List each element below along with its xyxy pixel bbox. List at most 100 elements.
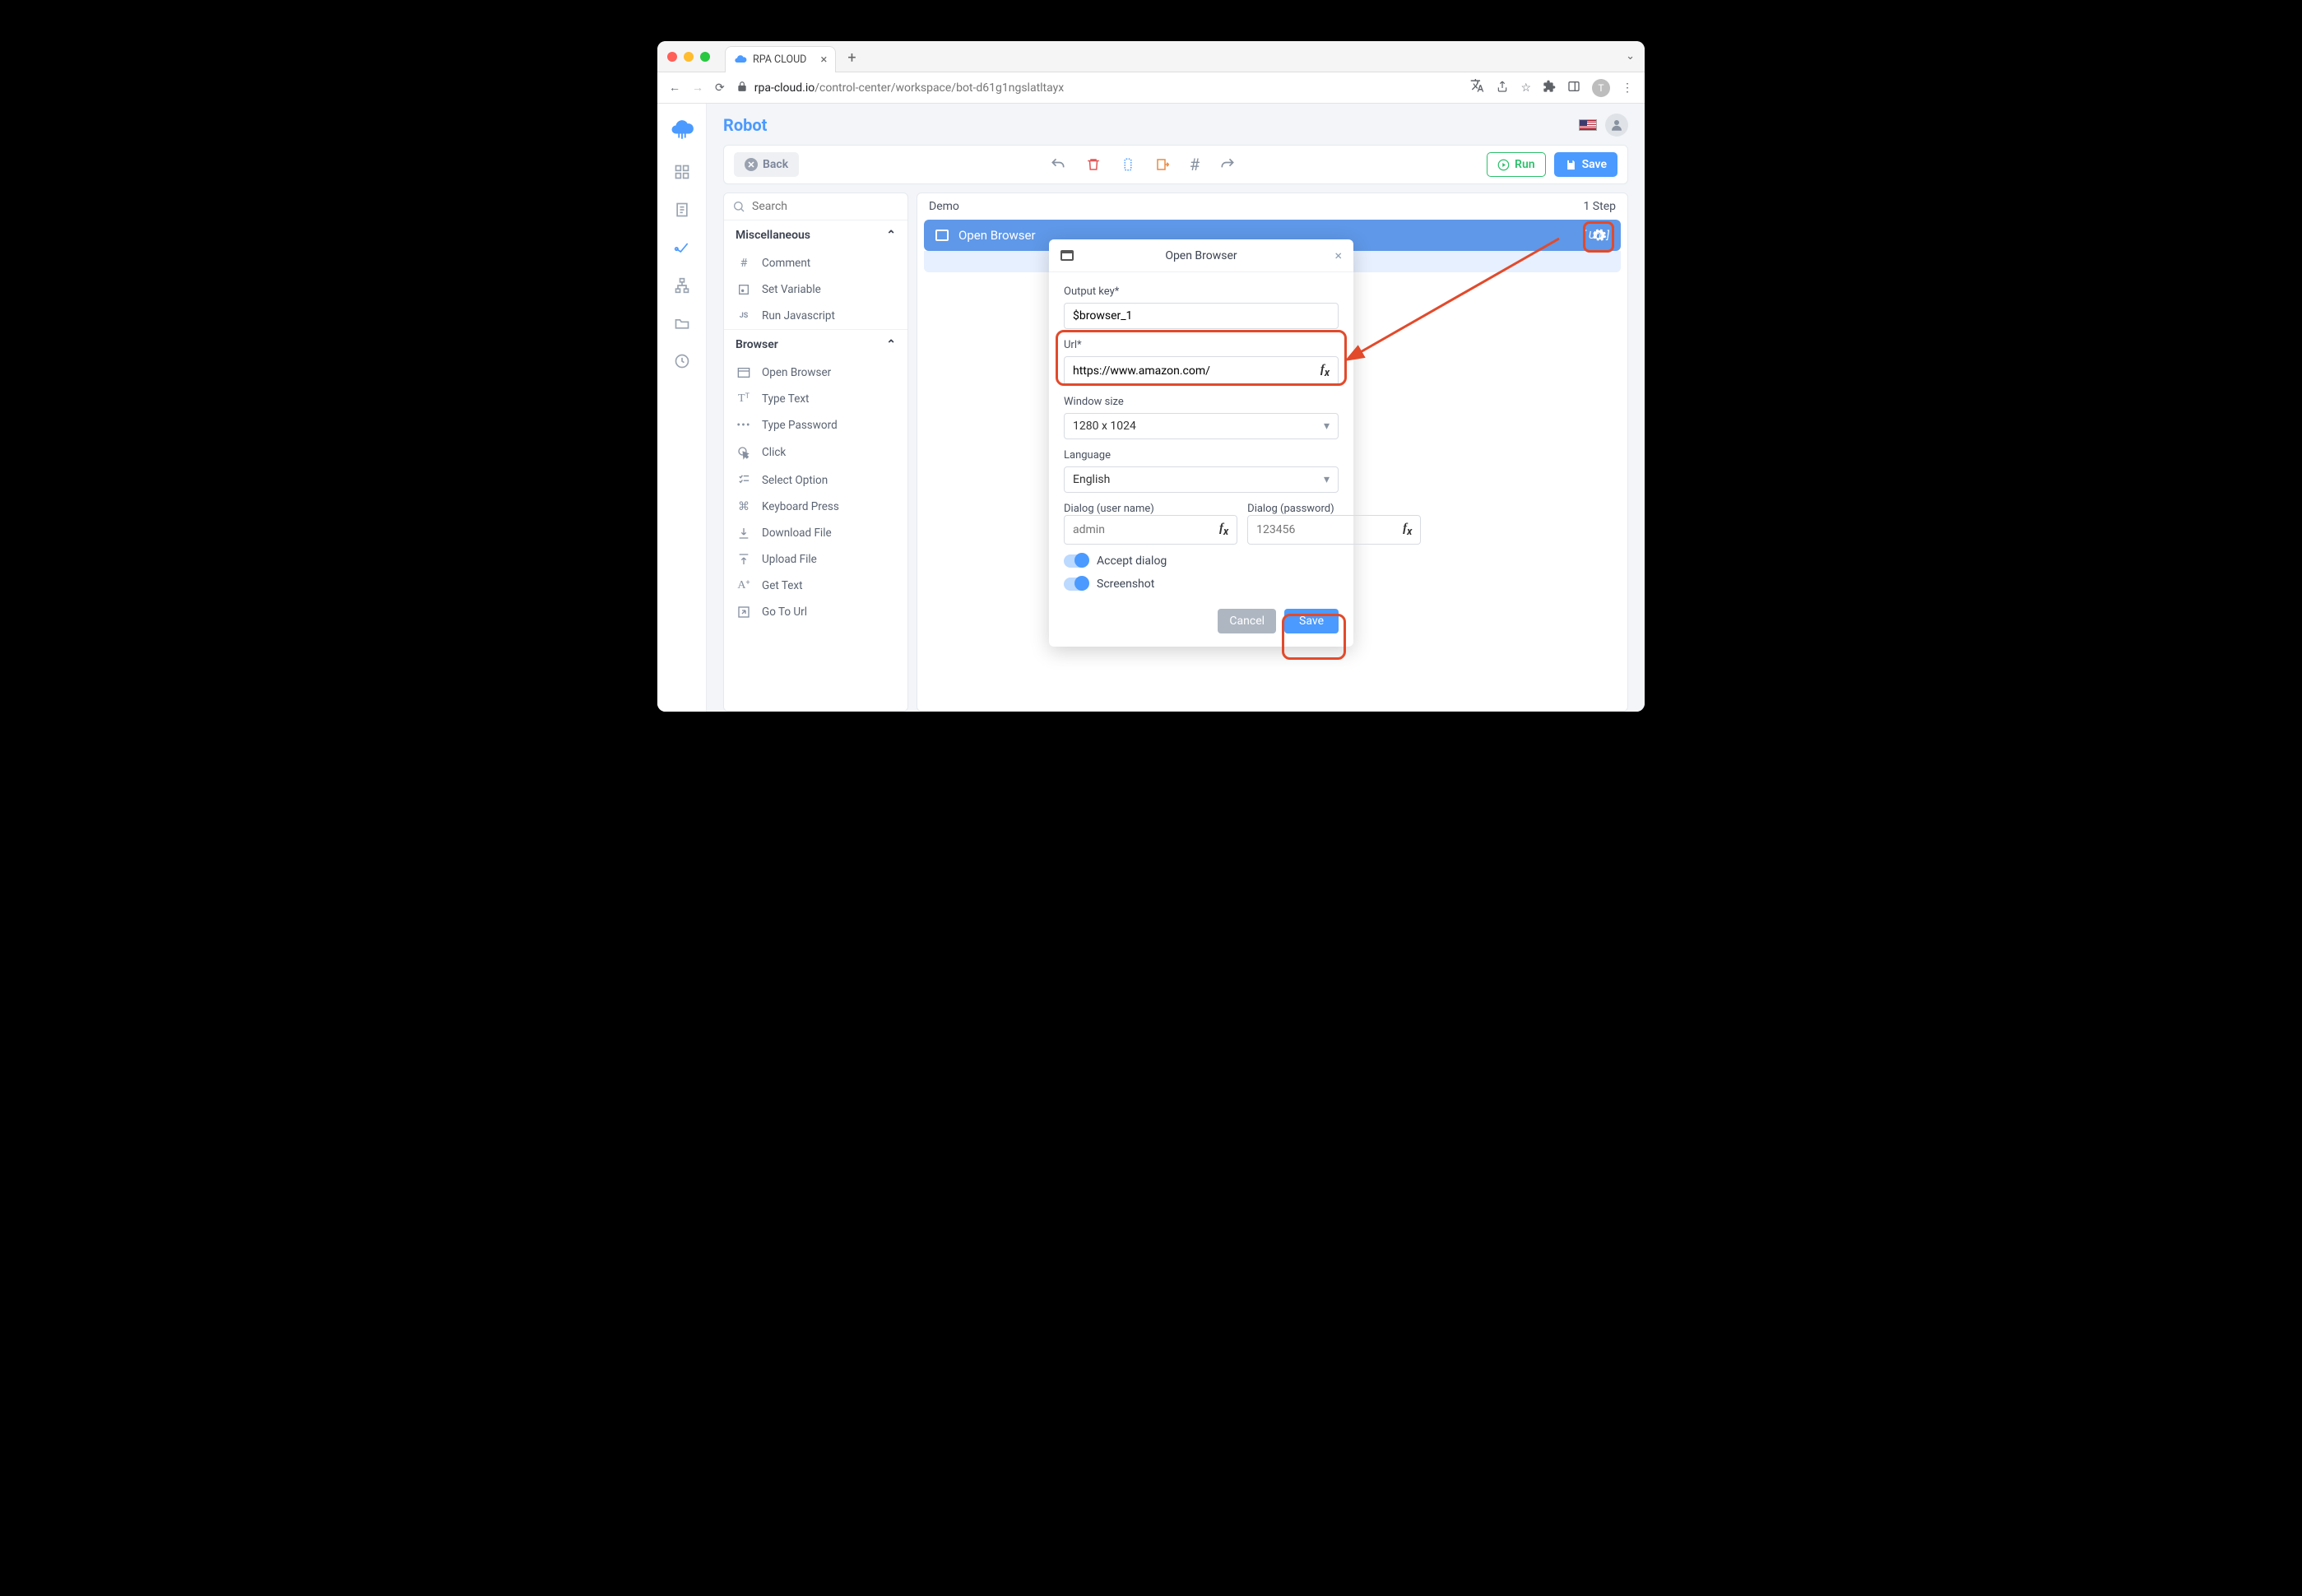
tab-title: RPA CLOUD: [753, 53, 806, 66]
translate-icon[interactable]: [1470, 79, 1484, 96]
window-size-value: 1280 x 1024: [1073, 420, 1136, 433]
palette-item-label: Select Option: [762, 474, 828, 487]
page-title: Robot: [723, 115, 767, 135]
click-icon: [736, 445, 752, 460]
flow-canvas: Demo 1 Step Open Browser [ Url: ]: [917, 193, 1628, 712]
new-tab-button[interactable]: +: [847, 49, 856, 67]
popup-footer: Cancel Save: [1049, 602, 1353, 647]
js-icon: JS: [736, 312, 752, 320]
lang-flag-icon[interactable]: [1579, 119, 1597, 131]
popup-cancel-button[interactable]: Cancel: [1218, 609, 1276, 633]
dialog-pass-input[interactable]: [1256, 523, 1403, 536]
language-value: English: [1073, 473, 1110, 486]
rail-folder-icon[interactable]: [673, 314, 691, 332]
tabs-menu-icon[interactable]: ⌄: [1626, 50, 1635, 63]
share-icon[interactable]: [1496, 80, 1509, 96]
delete-icon[interactable]: [1086, 155, 1101, 174]
palette-item-type-password[interactable]: •••Type Password: [724, 412, 907, 438]
chevron-up-icon: ⌃: [886, 338, 896, 351]
palette-item-select-option[interactable]: Select Option: [724, 466, 907, 494]
rail-flow-icon[interactable]: [673, 276, 691, 295]
rail-dashboard-icon[interactable]: [673, 163, 691, 181]
tab-close-icon[interactable]: ×: [820, 52, 827, 67]
window-size-select[interactable]: 1280 x 1024 ▾: [1064, 413, 1339, 439]
redo-icon[interactable]: [1219, 155, 1236, 174]
palette-item-label: Type Text: [762, 392, 809, 406]
rail-history-icon[interactable]: [673, 352, 691, 370]
flow-name: Demo: [929, 200, 959, 213]
text-size-icon: A+: [736, 579, 752, 592]
popup-title: Open Browser: [1049, 249, 1353, 262]
step-meta: [ Url: ]: [1583, 230, 1609, 242]
output-key-field[interactable]: [1064, 303, 1339, 329]
minimize-window-icon[interactable]: [684, 52, 694, 62]
panel-icon[interactable]: [1567, 80, 1580, 96]
palette-item-label: Click: [762, 446, 786, 459]
run-button[interactable]: Run: [1487, 152, 1546, 177]
undo-icon[interactable]: [1050, 155, 1066, 174]
app-root: Robot ✕ Back #: [657, 104, 1645, 712]
fx-icon[interactable]: fx: [1219, 522, 1228, 538]
browser-tab[interactable]: RPA CLOUD ×: [725, 46, 836, 72]
save-button-label: Save: [1582, 158, 1607, 171]
back-button[interactable]: ✕ Back: [734, 152, 799, 177]
palette-item-run-js[interactable]: JSRun Javascript: [724, 303, 907, 329]
palette-scroll[interactable]: Miscellaneous ⌃ #Comment Set Variable JS…: [724, 220, 907, 711]
url-input[interactable]: [1073, 364, 1320, 378]
nav-reload-icon[interactable]: ⟳: [715, 81, 725, 95]
rail-document-icon[interactable]: [673, 201, 691, 219]
titlebar: RPA CLOUD × + ⌄: [657, 41, 1645, 72]
bookmark-star-icon[interactable]: ☆: [1520, 81, 1531, 95]
palette-item-keyboard-press[interactable]: ⌘Keyboard Press: [724, 494, 907, 520]
app-logo-icon[interactable]: [670, 115, 694, 143]
screenshot-toggle[interactable]: [1064, 578, 1088, 591]
profile-avatar[interactable]: T: [1592, 79, 1610, 97]
rail-robot-icon[interactable]: [673, 239, 691, 257]
palette-item-go-to-url[interactable]: Go To Url: [724, 599, 907, 625]
dialog-pass-field[interactable]: fx: [1247, 515, 1421, 545]
accept-dialog-toggle[interactable]: [1064, 554, 1088, 568]
palette-item-open-browser[interactable]: Open Browser: [724, 360, 907, 386]
gear-icon[interactable]: [1590, 227, 1607, 244]
search-input[interactable]: [752, 200, 899, 213]
address-bar: ← → ⟳ rpa-cloud.io/control-center/worksp…: [657, 72, 1645, 104]
nav-back-icon[interactable]: ←: [669, 81, 680, 95]
palette-item-upload-file[interactable]: Upload File: [724, 546, 907, 573]
window-icon: [1060, 250, 1074, 261]
category-misc-header[interactable]: Miscellaneous ⌃: [724, 220, 907, 250]
palette-item-type-text[interactable]: TTType Text: [724, 386, 907, 412]
fx-icon[interactable]: fx: [1403, 522, 1412, 538]
hash-icon[interactable]: #: [1190, 155, 1200, 174]
palette-item-set-variable[interactable]: Set Variable: [724, 276, 907, 303]
dialog-user-field[interactable]: fx: [1064, 515, 1237, 545]
window-size-label: Window size: [1064, 396, 1339, 408]
maximize-window-icon[interactable]: [700, 52, 710, 62]
palette-item-comment[interactable]: #Comment: [724, 250, 907, 276]
language-select[interactable]: English ▾: [1064, 466, 1339, 493]
extensions-icon[interactable]: [1543, 80, 1556, 96]
window-icon: [935, 230, 949, 241]
palette-item-click[interactable]: Click: [724, 438, 907, 466]
output-key-input[interactable]: [1073, 309, 1330, 322]
export-icon[interactable]: [1155, 155, 1170, 174]
palette-item-label: Upload File: [762, 553, 817, 566]
chrome-menu-icon[interactable]: ⋮: [1622, 81, 1633, 95]
popup-close-icon[interactable]: ×: [1334, 248, 1342, 263]
download-icon: [736, 527, 752, 540]
url-field[interactable]: rpa-cloud.io/control-center/workspace/bo…: [736, 81, 1460, 95]
palette-item-get-text[interactable]: A+Get Text: [724, 573, 907, 599]
palette-item-download-file[interactable]: Download File: [724, 520, 907, 546]
canvas-header: Demo 1 Step: [917, 193, 1627, 220]
device-icon[interactable]: [1121, 155, 1135, 174]
save-button[interactable]: Save: [1554, 152, 1617, 177]
user-avatar-icon[interactable]: [1605, 114, 1628, 137]
step-settings-popup: Open Browser × Output key* Url* fx Win: [1049, 239, 1353, 647]
category-browser-header[interactable]: Browser ⌃: [724, 329, 907, 360]
fx-icon[interactable]: fx: [1320, 363, 1330, 379]
window-icon: [736, 367, 752, 378]
dialog-user-input[interactable]: [1073, 523, 1219, 536]
close-window-icon[interactable]: [667, 52, 677, 62]
popup-save-button[interactable]: Save: [1284, 609, 1339, 633]
url-field[interactable]: fx: [1064, 356, 1339, 386]
palette-item-label: Download File: [762, 527, 832, 540]
